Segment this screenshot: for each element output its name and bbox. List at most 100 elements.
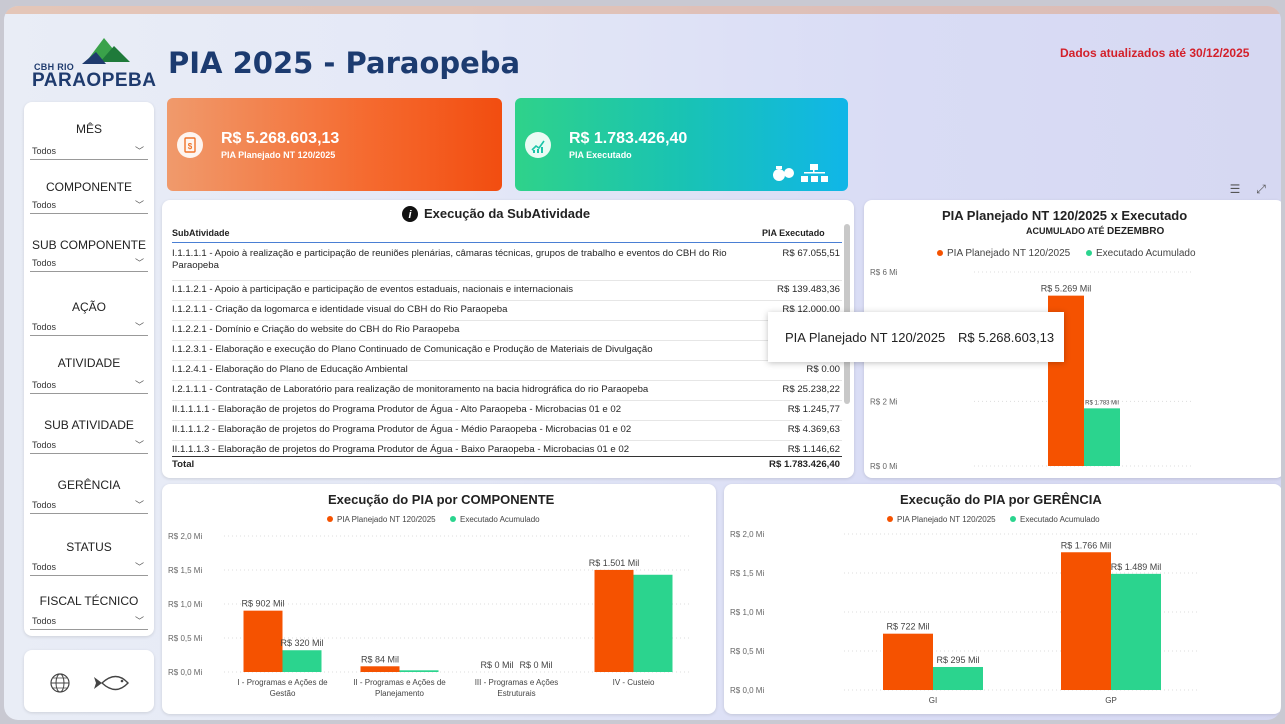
chart-svg: PIA Planejado NT 120/2025 Executado Acumu… bbox=[168, 515, 692, 698]
table-row[interactable]: I.1.2.2.1 - Domínio e Criação do website… bbox=[172, 322, 842, 341]
bar-executed[interactable] bbox=[282, 650, 322, 672]
cell-pia-executado: R$ 1.245,77 bbox=[787, 404, 840, 415]
chevron-down-icon: ﹀ bbox=[134, 146, 144, 156]
filter-select-status[interactable]: Todos ﹀ bbox=[30, 560, 148, 576]
update-date: Dados atualizados até 30/12/2025 bbox=[1060, 46, 1250, 60]
data-label: R$ 1.501 Mil bbox=[589, 558, 640, 568]
filter-select-gerencia[interactable]: Todos ﹀ bbox=[30, 498, 148, 514]
y-tick-label: R$ 2,0 Mi bbox=[168, 532, 202, 541]
legend-marker bbox=[937, 250, 943, 256]
bar-planned[interactable] bbox=[594, 569, 634, 672]
filter-value: Todos bbox=[32, 380, 57, 390]
cell-pia-executado: R$ 139.483,36 bbox=[777, 284, 840, 295]
table-row[interactable]: II.1.1.1.2 - Elaboração de projetos do P… bbox=[172, 422, 842, 441]
cell-pia-executado: R$ 25.238,22 bbox=[782, 384, 840, 395]
subatividade-table-panel: i Execução da SubAtividade SubAtividade … bbox=[162, 200, 854, 478]
legend-marker bbox=[1010, 516, 1016, 522]
data-label: R$ 0 Mil bbox=[480, 660, 513, 670]
filter-label: AÇÃO bbox=[71, 300, 106, 314]
filter-label: FISCAL TÉCNICO bbox=[39, 594, 139, 608]
bar-executed[interactable] bbox=[933, 666, 983, 690]
bar-planned[interactable] bbox=[243, 610, 283, 672]
filter-atividade: ATIVIDADE Todos ﹀ bbox=[24, 356, 154, 394]
chevron-down-icon: ﹀ bbox=[134, 322, 144, 332]
filter-value: Todos bbox=[32, 562, 57, 572]
globe-icon[interactable] bbox=[50, 673, 70, 693]
x-tick-label: GP bbox=[1105, 696, 1117, 705]
bar-executed[interactable] bbox=[399, 670, 439, 672]
bar-planned[interactable] bbox=[360, 666, 400, 672]
legend-marker bbox=[327, 516, 333, 522]
legend-label: PIA Planejado NT 120/2025 bbox=[337, 515, 436, 524]
legend-marker bbox=[1086, 250, 1092, 256]
data-label: R$ 902 Mil bbox=[241, 599, 284, 609]
filter-select-sub-atividade[interactable]: Todos ﹀ bbox=[30, 438, 148, 454]
cell-subatividade: I.1.1.1.1 - Apoio à realização e partici… bbox=[172, 248, 727, 271]
link-panel bbox=[24, 650, 154, 712]
data-label: R$ 320 Mil bbox=[280, 638, 323, 648]
org-chart-icon bbox=[801, 164, 828, 182]
chart-tooltip: PIA Planejado NT 120/2025 R$ 5.268.603,1… bbox=[768, 312, 1064, 362]
total-label: Total bbox=[172, 459, 195, 470]
data-label: R$ 84 Mil bbox=[361, 654, 399, 664]
x-tick-label: I - Programas e Ações de bbox=[237, 678, 328, 687]
y-tick-label: R$ 0,5 Mi bbox=[168, 634, 202, 643]
table-row[interactable]: I.1.2.1.1 - Criação da logomarca e ident… bbox=[172, 302, 842, 321]
table-row[interactable]: I.1.2.3.1 - Elaboração e execução do Pla… bbox=[172, 342, 842, 361]
y-tick-label: R$ 0,0 Mi bbox=[168, 668, 202, 677]
filter-icon[interactable]: ☰ bbox=[1226, 182, 1244, 200]
cell-pia-executado: R$ 4.369,63 bbox=[787, 424, 840, 435]
column-header-pia-executado[interactable]: PIA Executado bbox=[762, 228, 825, 238]
data-label: R$ 722 Mil bbox=[886, 622, 929, 632]
column-header-subatividade[interactable]: SubAtividade bbox=[172, 228, 230, 238]
cell-subatividade: II.1.1.1.2 - Elaboração de projetos do P… bbox=[172, 424, 632, 435]
kpi-executed-label: PIA Executado bbox=[569, 150, 632, 160]
cell-pia-executado: R$ 67.055,51 bbox=[782, 248, 840, 259]
bar-executed[interactable] bbox=[1084, 408, 1120, 466]
data-label: R$ 0 Mil bbox=[519, 660, 552, 670]
filter-select-fiscal-tecnico[interactable]: Todos ﹀ bbox=[30, 614, 148, 630]
filter-value: Todos bbox=[32, 146, 57, 156]
filter-select-atividade[interactable]: Todos ﹀ bbox=[30, 378, 148, 394]
table-row[interactable]: II.1.1.1.3 - Elaboração de projetos do P… bbox=[172, 442, 842, 457]
dashboard-frame: CBH RIO PARAOPEBA PIA 2025 - Paraopeba D… bbox=[4, 6, 1281, 720]
filter-mes: MÊS Todos ﹀ bbox=[24, 122, 154, 160]
filter-select-mes[interactable]: Todos ﹀ bbox=[30, 144, 148, 160]
kpi-executed-card: R$ 1.783.426,40 PIA Executado bbox=[515, 98, 848, 191]
x-tick-label: Planejamento bbox=[375, 689, 424, 698]
bar-planned[interactable] bbox=[1061, 552, 1111, 690]
gerencia-chart: Execução do PIA por GERÊNCIA PIA Planeja… bbox=[724, 484, 1281, 714]
filter-select-acao[interactable]: Todos ﹀ bbox=[30, 320, 148, 336]
y-tick-label: R$ 1,0 Mi bbox=[168, 600, 202, 609]
filter-label: ATIVIDADE bbox=[57, 356, 121, 370]
table-row[interactable]: I.1.2.4.1 - Elaboração do Plano de Educa… bbox=[172, 362, 842, 381]
y-tick-label: R$ 2 Mi bbox=[870, 397, 898, 406]
table-row[interactable]: I.1.1.1.1 - Apoio à realização e partici… bbox=[172, 246, 842, 281]
table-row[interactable]: I.1.1.2.1 - Apoio à participação e parti… bbox=[172, 282, 842, 301]
legend-marker bbox=[887, 516, 893, 522]
filter-select-sub-componente[interactable]: Todos ﹀ bbox=[30, 256, 148, 272]
x-tick-label: Estruturais bbox=[497, 689, 535, 698]
y-tick-label: R$ 1,0 Mi bbox=[730, 608, 764, 617]
filter-sub-atividade: SUB ATIVIDADE Todos ﹀ bbox=[24, 418, 154, 454]
kpi-planned-card: $ R$ 5.268.603,13 PIA Planejado NT 120/2… bbox=[167, 98, 502, 191]
bar-planned[interactable] bbox=[883, 633, 933, 690]
bar-executed[interactable] bbox=[633, 574, 673, 672]
y-tick-label: R$ 0,5 Mi bbox=[730, 647, 764, 656]
table-row[interactable]: I.2.1.1.1 - Contratação de Laboratório p… bbox=[172, 382, 842, 401]
fish-icon[interactable] bbox=[94, 675, 129, 691]
filter-value: Todos bbox=[32, 500, 57, 510]
table-row[interactable]: II.1.1.1.1 - Elaboração de projetos do P… bbox=[172, 402, 842, 421]
kpi-planned-label: PIA Planejado NT 120/2025 bbox=[221, 150, 336, 160]
bar-executed[interactable] bbox=[1111, 573, 1161, 690]
info-icon[interactable]: i bbox=[402, 206, 418, 222]
cell-subatividade: II.1.1.1.1 - Elaboração de projetos do P… bbox=[172, 404, 622, 415]
filter-label: MÊS bbox=[75, 122, 102, 136]
header-divider bbox=[172, 242, 842, 243]
focus-mode-icon[interactable]: ⤢ bbox=[1252, 182, 1270, 200]
x-tick-label: III - Programas e Ações bbox=[475, 678, 559, 687]
kpi-planned-value: R$ 5.268.603,13 bbox=[221, 130, 340, 147]
filter-sub-componente: SUB COMPONENTE Todos ﹀ bbox=[24, 238, 154, 272]
cell-subatividade: I.1.2.3.1 - Elaboração e execução do Pla… bbox=[172, 344, 653, 355]
filter-select-componente[interactable]: Todos ﹀ bbox=[30, 198, 148, 214]
